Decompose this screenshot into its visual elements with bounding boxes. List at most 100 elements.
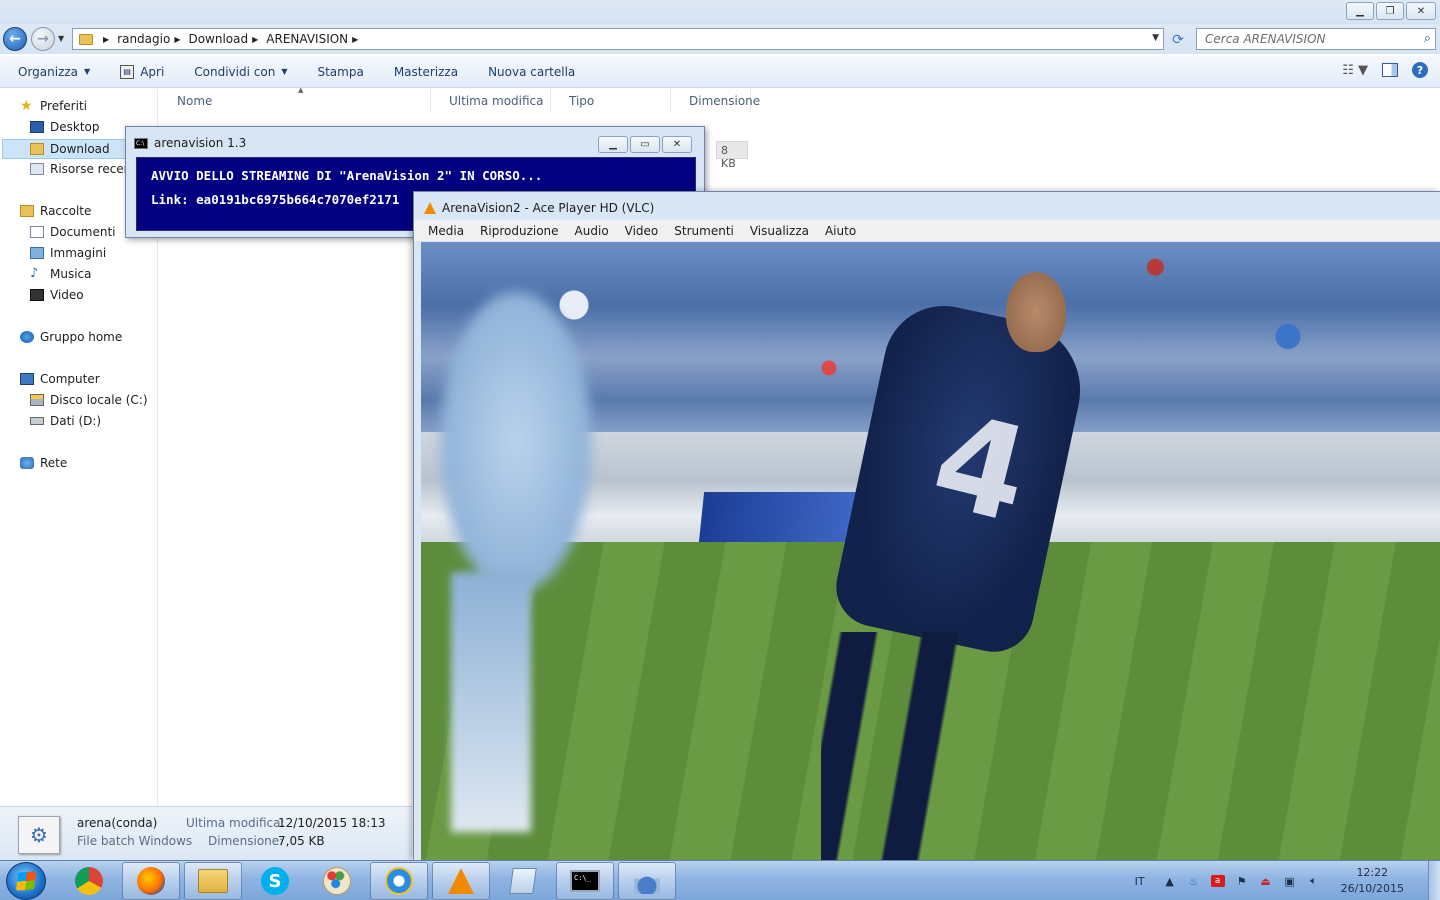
player-light-blue: [421, 272, 641, 842]
nav-desktop[interactable]: Desktop: [30, 120, 100, 134]
search-input[interactable]: [1205, 32, 1415, 46]
safely-remove-icon[interactable]: ⏏: [1259, 875, 1273, 888]
video-display[interactable]: 4: [421, 242, 1440, 861]
clock-time: 12:22: [1356, 866, 1389, 879]
menu-video[interactable]: Video: [625, 224, 659, 238]
new-folder-button[interactable]: Nuova cartella: [488, 65, 575, 79]
computer-icon: [20, 373, 34, 385]
forward-button[interactable]: →: [31, 27, 55, 51]
network-tray-icon[interactable]: ▣: [1283, 875, 1297, 888]
close-button[interactable]: ✕: [1406, 2, 1436, 20]
start-button[interactable]: [6, 862, 46, 900]
console-window-controls: ▁ ▭ ✕: [598, 136, 692, 153]
menu-audio[interactable]: Audio: [575, 224, 609, 238]
help-icon[interactable]: ?: [1412, 62, 1428, 78]
minimize-button[interactable]: ▁: [1346, 2, 1374, 20]
taskbar-notepad[interactable]: [494, 862, 552, 900]
console-titlebar: C:\ arenavision 1.3: [134, 136, 246, 150]
recent-pages-dropdown-icon[interactable]: ▼: [58, 34, 64, 43]
breadcrumb-randagio[interactable]: randagio ▶: [117, 32, 188, 46]
vlc-icon: [448, 868, 474, 894]
menu-help[interactable]: Aiuto: [825, 224, 856, 238]
address-bar[interactable]: ▶ randagio ▶ Download ▶ ARENAVISION ▶ ▼: [72, 28, 1164, 50]
breadcrumb-arenavision[interactable]: ARENAVISION ▶: [266, 32, 366, 46]
console-line-link: Link: ea0191bc6975b664c7070ef2171: [151, 192, 400, 207]
vlc-menu-bar: Media Riproduzione Audio Video Strumenti…: [414, 220, 1440, 241]
open-button[interactable]: ▤ Apri: [120, 64, 164, 79]
taskbar-cmd[interactable]: C:\_: [556, 862, 614, 900]
nav-computer[interactable]: Computer: [20, 372, 100, 386]
search-icon[interactable]: ⌕: [1424, 31, 1431, 46]
taskbar-chrome[interactable]: [60, 862, 118, 900]
nav-music[interactable]: ♪ Musica: [30, 267, 92, 281]
preview-pane-icon[interactable]: [1382, 63, 1398, 77]
network-icon: [20, 457, 34, 469]
taskbar-skype[interactable]: S: [246, 862, 304, 900]
search-box[interactable]: ⌕: [1196, 28, 1436, 50]
change-view-icon[interactable]: ☷ ▼: [1342, 63, 1368, 78]
cmd-icon: C:\_: [570, 870, 600, 892]
libraries-icon: [20, 205, 34, 217]
images-icon: [30, 247, 44, 259]
column-modified[interactable]: Ultima modifica: [431, 89, 551, 113]
console-close-button[interactable]: ✕: [662, 136, 692, 153]
nav-network[interactable]: Rete: [20, 456, 67, 470]
action-center-flag-icon[interactable]: ⚑: [1235, 875, 1249, 888]
console-maximize-button[interactable]: ▭: [630, 136, 660, 153]
show-desktop-button[interactable]: [1428, 861, 1440, 900]
file-size-cell[interactable]: 8 KB: [716, 141, 748, 170]
organize-button[interactable]: Organizza ▼: [18, 65, 90, 79]
back-button[interactable]: ←: [3, 27, 27, 51]
nav-local-disk[interactable]: Disco locale (C:): [30, 393, 148, 407]
taskbar-aceplayer[interactable]: [618, 862, 676, 900]
column-size[interactable]: Dimensione: [671, 89, 760, 113]
cmd-icon: C:\: [134, 137, 148, 149]
restore-button[interactable]: ❐: [1376, 2, 1404, 20]
menu-media[interactable]: Media: [428, 224, 464, 238]
breadcrumb-download[interactable]: Download ▶: [188, 32, 266, 46]
volume-icon[interactable]: 🔈︎: [1307, 874, 1321, 887]
video-icon: [30, 289, 44, 301]
share-button[interactable]: Condividi con ▼: [194, 65, 287, 79]
chrome-icon: [75, 867, 103, 895]
nav-documents[interactable]: Documenti: [30, 225, 116, 239]
nav-recent[interactable]: Risorse recenti: [30, 162, 139, 176]
print-button[interactable]: Stampa: [317, 65, 363, 79]
notepad-icon: [509, 868, 537, 894]
taskbar-firefox[interactable]: [122, 862, 180, 900]
taskbar-paint[interactable]: [308, 862, 366, 900]
nav-video[interactable]: Video: [30, 288, 84, 302]
ace-tray-icon[interactable]: ♨: [1187, 875, 1201, 888]
avira-icon[interactable]: a: [1210, 875, 1225, 887]
console-line-status: AVVIO DELLO STREAMING DI "ArenaVision 2"…: [151, 168, 543, 183]
local-disk-icon: [30, 394, 44, 406]
vlc-title: ArenaVision2 - Ace Player HD (VLC): [442, 201, 655, 215]
taskbar-explorer[interactable]: [184, 862, 242, 900]
language-indicator[interactable]: IT: [1135, 875, 1145, 888]
nav-homegroup[interactable]: Gruppo home: [20, 330, 122, 344]
vlc-window[interactable]: ArenaVision2 - Ace Player HD (VLC) Media…: [413, 191, 1440, 861]
show-hidden-icons-icon[interactable]: ▲: [1163, 875, 1177, 888]
details-file-name: arena(conda): [77, 816, 158, 830]
address-dropdown-icon[interactable]: ▼: [1152, 33, 1159, 43]
nav-download[interactable]: Download: [2, 139, 126, 159]
breadcrumb-separator[interactable]: ▶: [99, 35, 117, 44]
clock[interactable]: 12:22 26/10/2015: [1341, 865, 1404, 897]
menu-tools[interactable]: Strumenti: [674, 224, 734, 238]
column-name[interactable]: Nome: [159, 89, 431, 113]
taskbar-ie[interactable]: [370, 862, 428, 900]
vlc-titlebar: ArenaVision2 - Ace Player HD (VLC): [424, 201, 654, 215]
burn-button[interactable]: Masterizza: [394, 65, 458, 79]
address-row: ← → ▼ ▶ randagio ▶ Download ▶ ARENAVISION ▶…: [0, 24, 1440, 54]
taskbar-vlc[interactable]: [432, 862, 490, 900]
nav-libraries[interactable]: Raccolte: [20, 204, 91, 218]
menu-view[interactable]: Visualizza: [750, 224, 809, 238]
nav-favorites[interactable]: ★ Preferiti: [20, 99, 87, 113]
console-minimize-button[interactable]: ▁: [598, 136, 628, 153]
player-dark-blue: 4: [801, 272, 1094, 861]
nav-data-disk[interactable]: Dati (D:): [30, 414, 101, 428]
column-type[interactable]: Tipo: [551, 89, 671, 113]
refresh-icon[interactable]: ⟳: [1168, 30, 1188, 50]
nav-images[interactable]: Immagini: [30, 246, 106, 260]
menu-playback[interactable]: Riproduzione: [480, 224, 559, 238]
